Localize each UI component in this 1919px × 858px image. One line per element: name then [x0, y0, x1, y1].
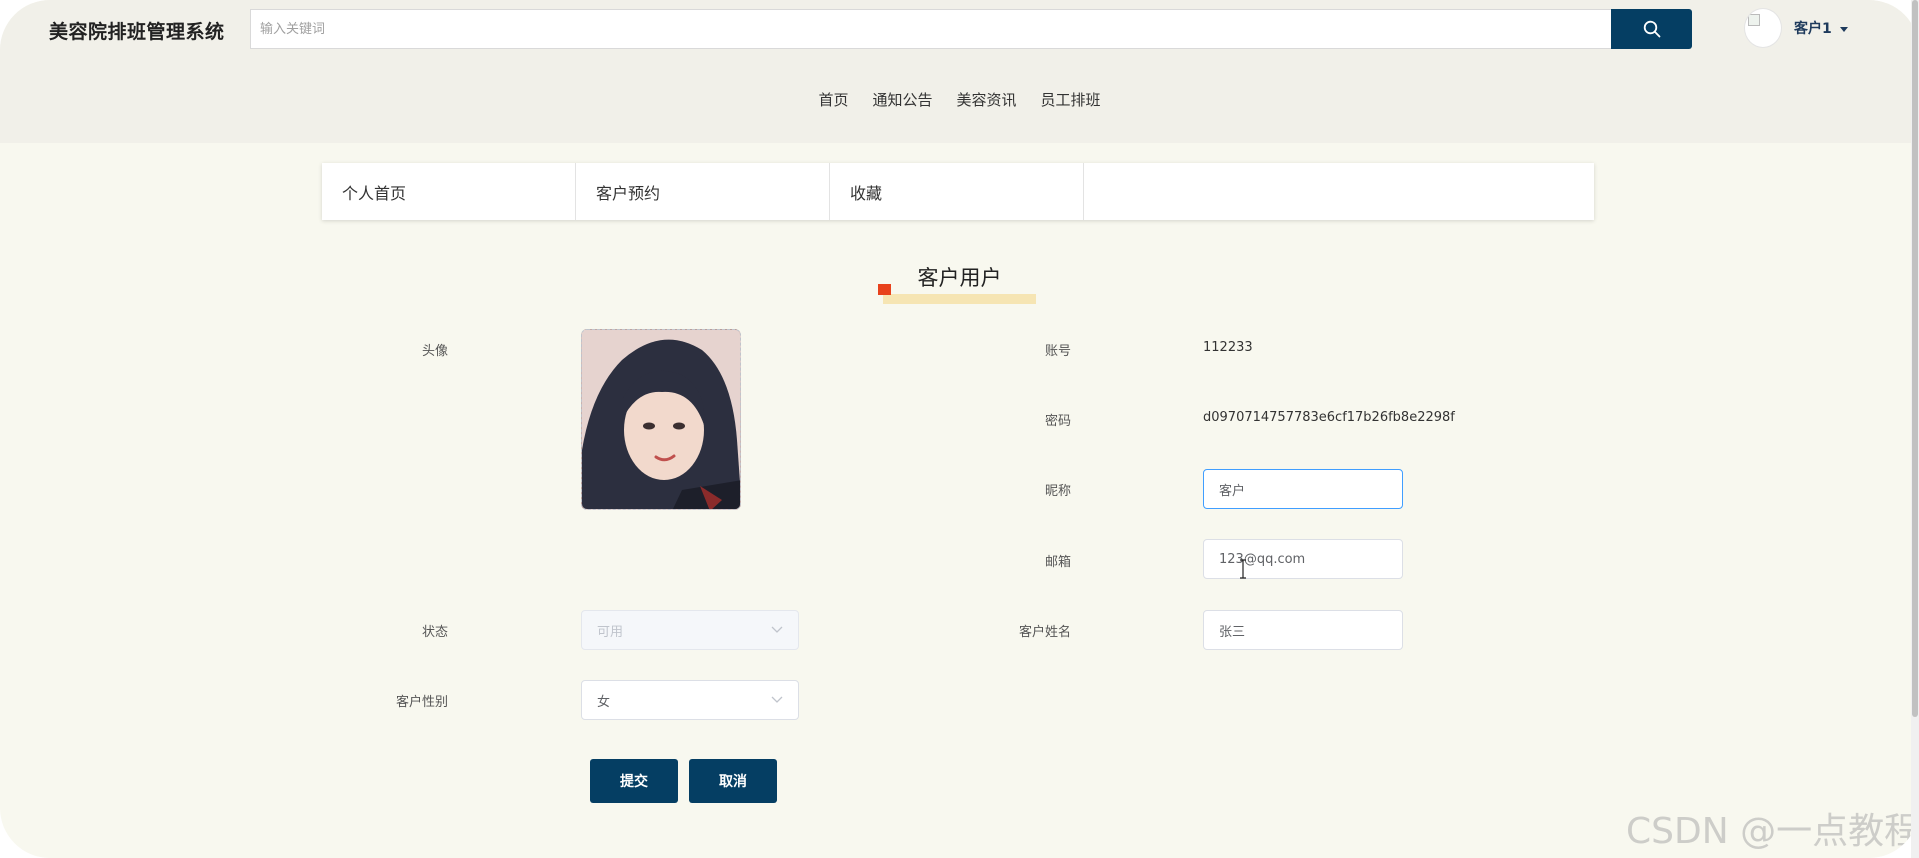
- customer-name-field[interactable]: [1203, 610, 1403, 650]
- chevron-down-icon: [771, 626, 783, 633]
- account-value: 112233: [1203, 340, 1253, 355]
- avatar-photo: [582, 330, 740, 509]
- password-value: d0970714757783e6cf17b26fb8e2298f: [1203, 410, 1455, 425]
- chevron-down-icon: [771, 696, 783, 703]
- cancel-button[interactable]: 取消: [689, 759, 777, 803]
- email-field[interactable]: [1203, 539, 1403, 579]
- status-label: 状态: [421, 625, 448, 640]
- nickname-label: 昵称: [1044, 484, 1071, 499]
- password-label: 密码: [1044, 414, 1071, 429]
- tab-personal-home[interactable]: 个人首页: [322, 163, 576, 220]
- tab-reservations[interactable]: 客户预约: [576, 163, 830, 220]
- broken-image-icon: [1748, 14, 1760, 26]
- customer-name-label: 客户姓名: [1018, 625, 1071, 640]
- nav-item-notices[interactable]: 通知公告: [872, 89, 932, 110]
- tabs-spacer: [1084, 163, 1594, 220]
- app-title: 美容院排班管理系统: [49, 21, 225, 43]
- status-value: 可用: [597, 624, 624, 640]
- avatar-label: 头像: [421, 344, 448, 359]
- nickname-field[interactable]: [1203, 469, 1403, 509]
- main-nav: 首页 通知公告 美容资讯 员工排班: [0, 89, 1919, 110]
- submit-button[interactable]: 提交: [590, 759, 678, 803]
- avatar-upload[interactable]: [581, 329, 741, 510]
- title-underline: [883, 294, 1036, 304]
- email-label: 邮箱: [1044, 555, 1071, 570]
- page-frame: 美容院排班管理系统 客户1 首页 通知公告 美容资讯 员工排班 个人首页 客户预…: [0, 0, 1919, 858]
- gender-select[interactable]: 女: [581, 680, 799, 720]
- tab-favorites[interactable]: 收藏: [830, 163, 1084, 220]
- scrollbar-thumb[interactable]: [1912, 0, 1918, 717]
- personal-tabs: 个人首页 客户预约 收藏: [322, 163, 1594, 220]
- gender-label: 客户性别: [395, 695, 448, 710]
- search-button[interactable]: [1611, 9, 1692, 49]
- status-select: 可用: [581, 610, 799, 650]
- text-cursor-icon: [1240, 559, 1246, 579]
- user-name: 客户1: [1794, 21, 1832, 37]
- caret-down-icon: [1839, 26, 1848, 32]
- nav-item-schedule[interactable]: 员工排班: [1041, 89, 1101, 110]
- user-menu[interactable]: 客户1: [1794, 18, 1848, 38]
- search-input[interactable]: [250, 9, 1612, 49]
- search-icon: [1643, 20, 1660, 38]
- nav-item-news[interactable]: 美容资讯: [957, 89, 1017, 110]
- account-label: 账号: [1044, 344, 1071, 359]
- section-title: 客户用户: [917, 266, 1002, 290]
- nav-item-home[interactable]: 首页: [818, 89, 848, 110]
- gender-value: 女: [597, 694, 611, 710]
- user-avatar[interactable]: [1744, 8, 1782, 48]
- watermark: CSDN @一点教程: [1626, 811, 1919, 852]
